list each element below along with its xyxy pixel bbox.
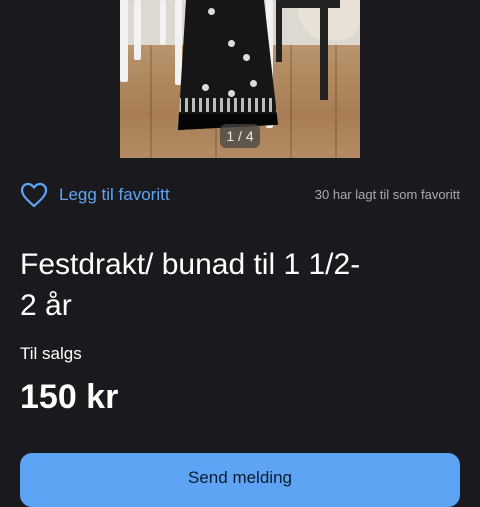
photo-table-leg — [276, 0, 282, 62]
heart-outline-icon — [20, 182, 48, 208]
photo-table-top — [280, 0, 340, 8]
photo-table-leg — [320, 0, 328, 100]
photo-embroidery — [208, 8, 215, 15]
photo-chair-leg — [175, 0, 182, 85]
photo-chair-leg — [134, 0, 141, 60]
photo-chair-leg — [120, 0, 128, 82]
photo-chair-leg — [160, 0, 166, 45]
favorite-count-text: 30 har lagt til som favoritt — [314, 187, 460, 202]
photo-dress-hem — [178, 98, 278, 112]
sale-type-label: Til salgs — [20, 344, 82, 363]
photo-embroidery — [228, 90, 235, 97]
photo-floor-plank — [150, 45, 152, 158]
photo-dress — [178, 0, 278, 130]
favorite-row: Legg til favoritt 30 har lagt til som fa… — [20, 180, 460, 210]
add-favorite-label: Legg til favoritt — [59, 185, 170, 204]
photo-embroidery — [228, 40, 235, 47]
image-counter: 1 / 4 — [220, 124, 260, 148]
photo-embroidery — [202, 84, 209, 91]
add-favorite-button[interactable]: Legg til favoritt — [20, 180, 170, 210]
listing-title: Festdrakt/ bunad til 1 1/2- 2 år — [20, 248, 361, 322]
photo-floor-plank — [335, 45, 337, 158]
image-gallery[interactable]: 1 / 4 — [0, 0, 480, 160]
listing-price: 150 kr — [20, 378, 119, 416]
send-message-button[interactable]: Send melding — [20, 453, 460, 507]
photo-floor-plank — [290, 45, 292, 158]
photo-embroidery — [243, 54, 250, 61]
photo-embroidery — [250, 80, 257, 87]
